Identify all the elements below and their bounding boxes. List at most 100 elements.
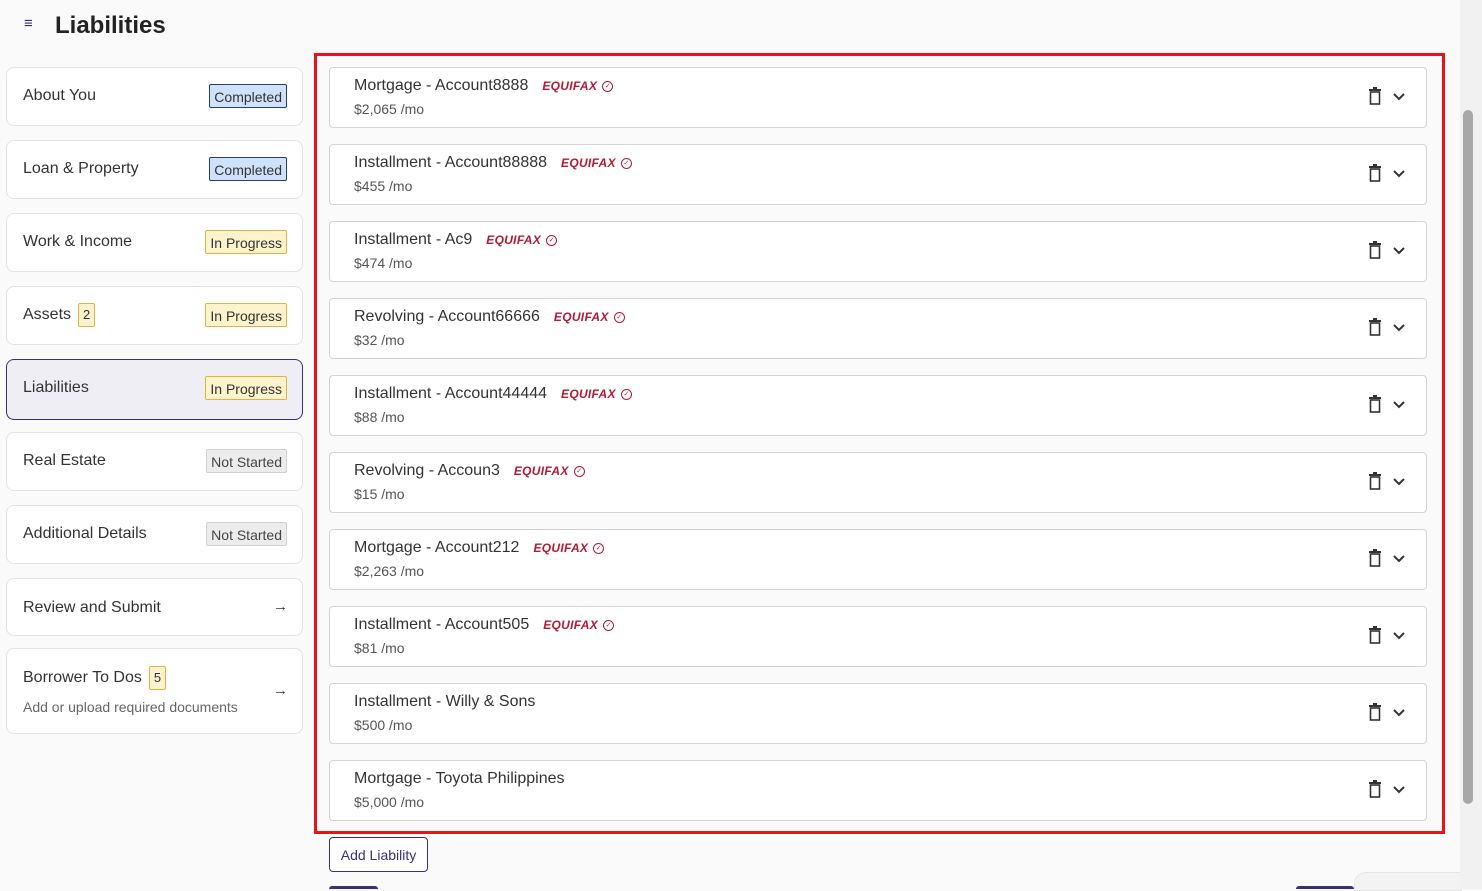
trash-icon[interactable] — [1368, 164, 1382, 182]
chevron-down-icon[interactable] — [1392, 630, 1406, 642]
chevron-down-icon[interactable] — [1392, 91, 1406, 103]
sidebar-item-additional-details[interactable]: Additional Details Not Started — [6, 505, 303, 564]
sidebar-item-label-wrap: Assets 2 — [23, 303, 96, 327]
trash-icon[interactable] — [1368, 87, 1382, 105]
equifax-logo: EQUIFAX — [542, 79, 598, 93]
add-liability-button[interactable]: Add Liability — [329, 837, 428, 872]
liability-card[interactable]: Installment - Account88888 EQUIFAX ✓ $455 … — [329, 144, 1427, 205]
status-badge: Completed — [209, 84, 287, 108]
liability-title-row: Installment - Account88888 EQUIFAX ✓ — [354, 153, 632, 173]
sidebar-item-work-income[interactable]: Work & Income In Progress — [6, 213, 303, 272]
liability-title: Installment - Willy & Sons — [354, 693, 536, 710]
sidebar-item-loan-property[interactable]: Loan & Property Completed — [6, 140, 303, 199]
sidebar-item-assets[interactable]: Assets 2 In Progress — [6, 286, 303, 345]
equifax-logo: EQUIFAX — [513, 464, 569, 478]
verified-icon: ✓ — [546, 234, 558, 246]
count-badge: 2 — [78, 303, 96, 327]
sidebar-item-label: Loan & Property — [23, 160, 139, 177]
count-badge: 5 — [148, 666, 167, 690]
sidebar-item-label: Borrower To Dos — [23, 669, 142, 687]
equifax-logo: EQUIFAX — [533, 541, 589, 555]
page-title: Liabilities — [55, 12, 166, 39]
status-badge: In Progress — [205, 230, 287, 254]
scrollbar-thumb[interactable] — [1463, 110, 1473, 804]
verified-icon: ✓ — [613, 311, 625, 323]
arrow-right-icon: → — [273, 682, 288, 699]
equifax-logo: EQUIFAX — [561, 387, 616, 401]
liability-title-row: Mortgage - Account8888 EQUIFAX ✓ — [354, 76, 614, 96]
liability-title-row: Installment - Willy & Sons — [354, 692, 535, 712]
arrow-right-icon: → — [273, 598, 288, 615]
trash-icon[interactable] — [1368, 549, 1382, 567]
liability-title-row: Mortgage - Account212 EQUIFAX ✓ — [354, 538, 605, 558]
trash-icon[interactable] — [1368, 241, 1382, 259]
chevron-down-icon[interactable] — [1392, 784, 1406, 796]
liability-title: Revolving - Accoun3 — [354, 462, 500, 480]
liability-amount: $5,000 /mo — [354, 794, 425, 810]
trash-icon[interactable] — [1368, 780, 1382, 798]
status-badge: Not Started — [206, 449, 287, 473]
liability-title: Installment - Ac9 — [354, 231, 473, 249]
liability-card[interactable]: Installment - Account505 EQUIFAX ✓ $81 /mo — [329, 606, 1427, 667]
status-badge: In Progress — [205, 303, 287, 327]
trash-icon[interactable] — [1368, 703, 1382, 721]
liability-card[interactable]: Installment - Account44444 EQUIFAX ✓ $88 /… — [329, 375, 1427, 436]
liability-title-row: Installment - Ac9 EQUIFAX ✓ — [354, 230, 558, 250]
verified-icon: ✓ — [620, 157, 632, 169]
chevron-down-icon[interactable] — [1392, 245, 1406, 257]
verified-icon: ✓ — [620, 388, 632, 400]
sidebar-item-review-submit[interactable]: Review and Submit → — [6, 578, 303, 636]
liability-title: Mortgage - Toyota Philippines — [354, 770, 565, 787]
corner-widget[interactable] — [1354, 872, 1462, 891]
chevron-down-icon[interactable] — [1392, 707, 1406, 719]
verified-icon: ✓ — [602, 80, 614, 92]
liability-title: Installment - Account44444 — [354, 385, 548, 403]
liability-title-row: Revolving - Accoun3 EQUIFAX ✓ — [354, 461, 585, 481]
liability-title: Installment - Account505 — [354, 616, 530, 634]
liability-title: Mortgage - Account8888 — [354, 77, 529, 95]
liability-title-row: Mortgage - Toyota Philippines — [354, 769, 565, 789]
liability-title: Revolving - Account66666 — [354, 308, 540, 326]
liability-amount: $2,263 /mo — [354, 563, 425, 579]
liability-card[interactable]: Installment - Ac9 EQUIFAX ✓ $474 /mo — [329, 221, 1427, 282]
trash-icon[interactable] — [1368, 318, 1382, 336]
trash-icon[interactable] — [1368, 395, 1382, 413]
liability-amount: $500 /mo — [354, 717, 413, 733]
liability-card[interactable]: Revolving - Accoun3 EQUIFAX ✓ $15 /mo — [329, 452, 1427, 513]
liability-title-row: Installment - Account44444 EQUIFAX ✓ — [354, 384, 632, 404]
sidebar-item-label: Liabilities — [23, 379, 89, 396]
liability-amount: $474 /mo — [354, 255, 413, 271]
liability-title: Installment - Account88888 — [354, 154, 548, 172]
sidebar-item-borrower-todos[interactable]: Borrower To Dos 5 Add or upload required … — [6, 648, 303, 734]
liability-amount: $15 /mo — [354, 486, 405, 502]
liability-amount: $2,065 /mo — [354, 101, 425, 117]
trash-icon[interactable] — [1368, 472, 1382, 490]
liability-card[interactable]: Revolving - Account66666 EQUIFAX ✓ $32 /mo — [329, 298, 1427, 359]
verified-icon: ✓ — [593, 542, 605, 554]
sidebar-item-label-wrap: Borrower To Dos 5 — [23, 666, 167, 690]
liability-title-row: Revolving - Account66666 EQUIFAX ✓ — [354, 307, 625, 327]
sidebar-item-label: Additional Details — [23, 525, 147, 542]
sidebar-item-about-you[interactable]: About You Completed — [6, 67, 303, 126]
sidebar-item-label: About You — [23, 87, 96, 104]
equifax-logo: EQUIFAX — [543, 618, 598, 632]
equifax-logo: EQUIFAX — [561, 156, 616, 170]
liability-card[interactable]: Mortgage - Account212 EQUIFAX ✓ $2,263 /mo — [329, 529, 1427, 590]
liability-card[interactable]: Mortgage - Account8888 EQUIFAX ✓ $2,065 /m… — [329, 67, 1427, 128]
liability-card[interactable]: Installment - Willy & Sons $500 /mo — [329, 683, 1427, 744]
verified-icon: ✓ — [603, 619, 614, 631]
todo-subtitle: Add or upload required documents — [23, 699, 238, 715]
chevron-down-icon[interactable] — [1392, 553, 1406, 565]
status-badge: In Progress — [205, 376, 287, 400]
sidebar-item-real-estate[interactable]: Real Estate Not Started — [6, 432, 303, 491]
status-badge: Not Started — [206, 522, 287, 546]
chevron-down-icon[interactable] — [1392, 476, 1406, 488]
status-badge: Completed — [209, 157, 287, 181]
chevron-down-icon[interactable] — [1392, 322, 1406, 334]
hamburger-menu-icon[interactable]: ≡ — [24, 16, 33, 32]
chevron-down-icon[interactable] — [1392, 399, 1406, 411]
sidebar-item-liabilities[interactable]: Liabilities In Progress — [6, 359, 303, 420]
liability-card[interactable]: Mortgage - Toyota Philippines $5,000 /mo — [329, 760, 1427, 821]
trash-icon[interactable] — [1368, 626, 1382, 644]
chevron-down-icon[interactable] — [1392, 168, 1406, 180]
